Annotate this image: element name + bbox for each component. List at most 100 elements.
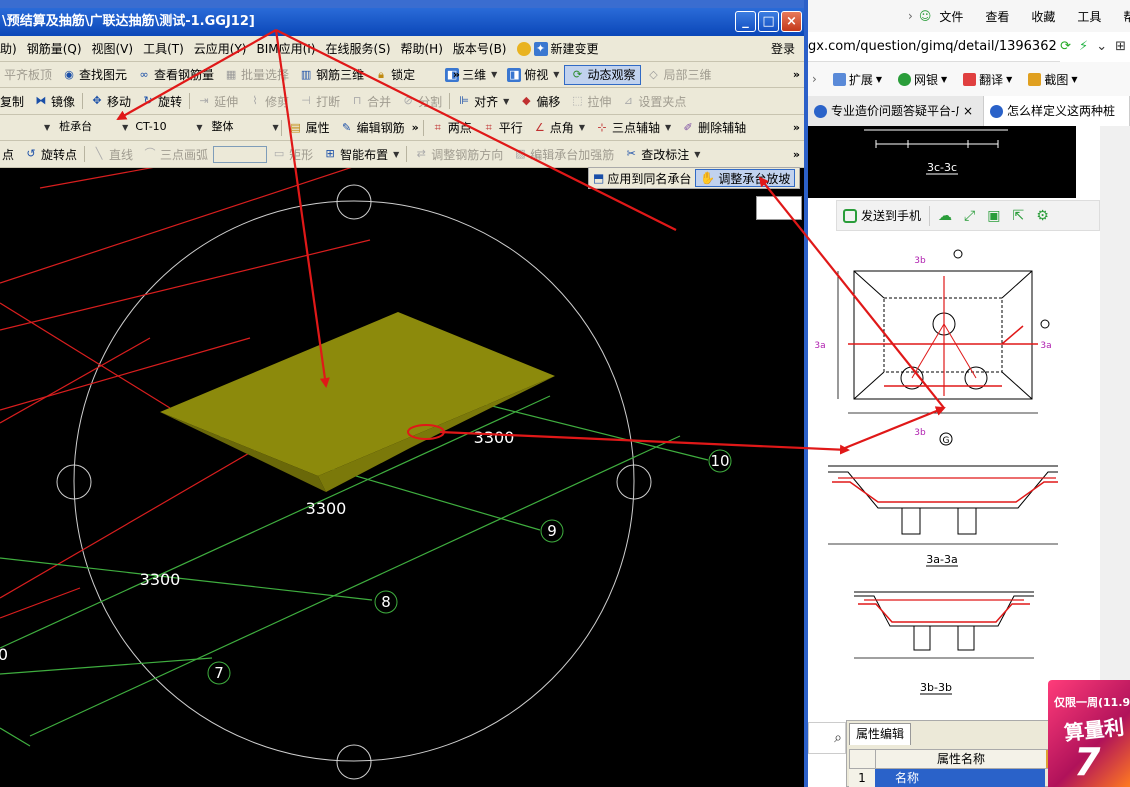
find-element-button[interactable]: ◉ 查找图元 (57, 62, 132, 87)
scope-dropdown-icon[interactable]: ▼ (272, 123, 278, 132)
extend-button[interactable]: ⇥ 延伸 (192, 88, 243, 114)
adjust-cap-slope-button[interactable]: ✋ 调整承台放坡 (695, 169, 796, 187)
element-name-dropdown-icon[interactable]: ▼ (196, 123, 202, 132)
settings-button[interactable]: ⚙ (1030, 208, 1055, 224)
adjust-rebar-direction-button[interactable]: ⇄ 调整钢筋方向 (409, 141, 508, 167)
toolbar-3-more[interactable]: » (410, 115, 421, 140)
translate-button[interactable]: 翻译 ▼ (963, 71, 1012, 88)
rectangle-button[interactable]: ▭ 矩形 (267, 141, 318, 167)
menu-view[interactable]: 视图(V) (87, 36, 139, 61)
top-view-button[interactable]: ◨ 俯视 ▼ (502, 62, 564, 87)
toolbar-1-more-a[interactable]: » (453, 68, 460, 81)
toolbar-4-more[interactable]: » (793, 148, 800, 161)
browser-chevron-icon[interactable]: › (908, 9, 913, 23)
menu-cloud[interactable]: 云应用(Y) (189, 36, 252, 61)
menu-help[interactable]: 帮助(H) (396, 36, 448, 61)
properties-button[interactable]: ▤ 属性 (284, 115, 335, 140)
toolbar-1-more-b[interactable]: » (793, 68, 800, 81)
property-editor-tab[interactable]: 属性编辑 (849, 723, 912, 745)
toolbar-left-chevron[interactable]: › (812, 72, 817, 86)
browser-menu-help[interactable]: 帮助 (1123, 8, 1130, 25)
set-grip-button[interactable]: ⊿ 设置夹点 (616, 88, 691, 114)
browser-menu-favorites[interactable]: 收藏 (1031, 8, 1055, 25)
menu-online-service[interactable]: 在线服务(S) (321, 36, 396, 61)
trim-button[interactable]: ⌇ 修剪 (243, 88, 294, 114)
arc-mode-select[interactable] (213, 145, 268, 163)
menu-partial[interactable]: 助) (0, 36, 22, 61)
cad-viewport[interactable]: 10 9 8 7 3300 3300 3300 0 (0, 168, 806, 787)
extensions-button[interactable]: 扩展 ▼ (832, 71, 882, 88)
input-box[interactable] (756, 196, 802, 220)
search-button[interactable]: ⌕ (808, 722, 846, 754)
grid-icon[interactable]: ⊞ (1115, 32, 1126, 62)
lightning-icon[interactable]: ⚡ (1079, 32, 1088, 62)
rotate-button[interactable]: ↻ 旋转 (136, 88, 187, 114)
apply-same-name-cap-button[interactable]: ⬒ 应用到同名承台 (589, 170, 695, 187)
minimize-button[interactable]: _ (735, 11, 756, 32)
two-point-axis-button[interactable]: ⌗ 两点 (426, 115, 477, 140)
line-button[interactable]: ╲ 直线 (87, 141, 138, 167)
address-bar[interactable]: gx.com/question/gimq/detail/1396362 ⟳ ⚡ … (808, 32, 1130, 62)
delete-axis-button[interactable]: ✐ 删除辅轴 (676, 115, 751, 140)
align-top-button[interactable]: 平齐板顶 (0, 62, 57, 87)
browser-menu-file[interactable]: 文件 (939, 8, 963, 25)
menu-bim[interactable]: BIM应用(I) (251, 36, 320, 61)
edit-rebar-button[interactable]: ✎ 编辑钢筋 (335, 115, 410, 140)
point-angle-button[interactable]: ∠ 点角 ▼ (528, 115, 590, 140)
address-url[interactable]: gx.com/question/gimq/detail/1396362 (808, 39, 1057, 54)
refresh-icon[interactable]: ⟳ (1060, 32, 1071, 62)
three-point-arc-button[interactable]: ⌒ 三点画弧 (138, 141, 213, 167)
split-button[interactable]: ⊘ 分割 (396, 88, 447, 114)
mirror-button[interactable]: ⧓ 镜像 (29, 88, 80, 114)
close-button[interactable]: × (781, 11, 802, 32)
floor-select[interactable] (0, 119, 42, 136)
tab-qa-platform[interactable]: 专业造价问题答疑平台-广 × (808, 96, 984, 126)
view-rebar-qty-button[interactable]: ∞ 查看钢筋量 (132, 62, 219, 87)
rotate-point-button[interactable]: ↺ 旋转点 (19, 141, 82, 167)
copy-button[interactable]: 复制 (0, 88, 29, 114)
stretch-button[interactable]: ⬚ 拉伸 (565, 88, 616, 114)
browser-menu-tools[interactable]: 工具 (1077, 8, 1101, 25)
menu-tools[interactable]: 工具(T) (138, 36, 189, 61)
dropdown-icon[interactable]: ⌄ (1096, 32, 1107, 62)
rebar-3d-button[interactable]: ▥ 钢筋三维 (294, 62, 369, 87)
point-button[interactable]: 点 (0, 141, 19, 167)
local-3d-button[interactable]: ◇ 局部三维 (641, 62, 716, 87)
three-point-axis-button[interactable]: ⊹ 三点辅轴 ▼ (590, 115, 676, 140)
element-name-select[interactable]: CT-10 (132, 119, 195, 136)
user-icon[interactable]: ☺ (919, 9, 932, 23)
screenshot-button[interactable]: 截图 ▼ (1028, 71, 1078, 88)
3d-button[interactable]: ◧ 三维 ▼ (440, 62, 502, 87)
cloud-button[interactable]: ☁ (932, 208, 958, 224)
scope-select[interactable]: 整体 (208, 119, 271, 136)
align-button[interactable]: ⊫ 对齐 ▼ (452, 88, 514, 114)
save-button[interactable]: ▣ (981, 208, 1006, 224)
lock-button[interactable]: 🔒︎ 锁定 (369, 62, 420, 87)
tab-pile-question[interactable]: 怎么样定义这两种桩 (984, 96, 1130, 126)
break-button[interactable]: ⊣ 打断 (294, 88, 345, 114)
promo-banner[interactable]: 仅限一周(11.9 算量利 7 (1048, 680, 1130, 787)
login-button[interactable]: 登录 (766, 36, 800, 61)
menu-version[interactable]: 版本号(B) (448, 36, 512, 61)
floor-dropdown-icon[interactable]: ▼ (44, 123, 50, 132)
ebank-button[interactable]: 网银 ▼ (897, 71, 947, 88)
edit-cap-strengthen-button[interactable]: ▨ 编辑承台加强筋 (508, 141, 619, 167)
page-scrollbar[interactable] (1100, 126, 1130, 700)
send-to-phone-button[interactable]: 发送到手机 (837, 207, 927, 224)
browser-menu-view[interactable]: 查看 (985, 8, 1009, 25)
tab-close-icon[interactable]: × (963, 96, 973, 126)
merge-button[interactable]: ⊓ 合并 (345, 88, 396, 114)
check-label-button[interactable]: ✂ 查改标注 ▼ (619, 141, 705, 167)
batch-select-button[interactable]: ▦ 批量选择 (219, 62, 294, 87)
element-type-dropdown-icon[interactable]: ▼ (122, 123, 128, 132)
offset-button[interactable]: ◆ 偏移 (514, 88, 565, 114)
dynamic-observe-button[interactable]: ⟳ 动态观察 (564, 64, 642, 85)
maximize-button[interactable]: □ (758, 11, 779, 32)
move-button[interactable]: ✥ 移动 (85, 88, 136, 114)
fullscreen-button[interactable]: ⤢ (958, 208, 981, 224)
menu-new-change[interactable]: ✦ 新建变更 (512, 36, 604, 61)
smart-layout-button[interactable]: ⊞ 智能布置 ▼ (318, 141, 404, 167)
toolbar-3-more-right[interactable]: » (793, 121, 800, 134)
share-button[interactable]: ⇱ (1006, 208, 1030, 224)
menu-rebar-quantity[interactable]: 钢筋量(Q) (22, 36, 87, 61)
